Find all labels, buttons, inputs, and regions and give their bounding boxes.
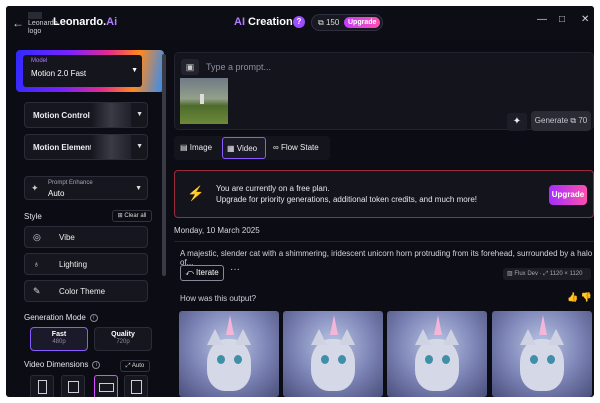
chevron-down-icon: ▼ — [135, 185, 142, 192]
model-label: Model — [31, 58, 48, 64]
style-color-theme-button[interactable]: ✎ Color Theme — [24, 280, 148, 302]
back-arrow-icon[interactable]: ← — [12, 16, 24, 30]
motion-elements-preview — [91, 135, 131, 159]
brush-icon: ✎ — [33, 286, 41, 296]
more-options-icon[interactable]: ··· — [230, 264, 240, 275]
maximize-icon[interactable]: □ — [559, 14, 565, 25]
dimension-tall-option[interactable] — [61, 375, 85, 397]
date-heading: Monday, 10 March 2025 — [174, 226, 594, 242]
sidebar-scrollbar[interactable] — [162, 54, 166, 276]
auto-dimensions-button[interactable]: ⤢ Auto — [120, 360, 150, 372]
style-heading: Style — [24, 212, 42, 221]
tab-video[interactable]: ▦ Video — [222, 137, 266, 159]
clear-all-button[interactable]: ⊞ Clear all — [112, 210, 152, 222]
minimize-icon[interactable]: — — [537, 14, 547, 25]
dimension-portrait-option[interactable] — [30, 375, 54, 397]
mode-quality-option[interactable]: Quality 720p — [94, 327, 152, 351]
palette-icon: ◎ — [33, 232, 41, 242]
style-vibe-button[interactable]: ◎ Vibe — [24, 226, 148, 248]
brand-name: Leonardo.Ai — [53, 16, 118, 28]
chevron-down-icon: ▼ — [131, 67, 138, 74]
model-selector[interactable]: Model Motion 2.0 Fast ▼ — [16, 50, 164, 92]
motion-control-preview — [91, 103, 131, 127]
generation-mode-heading: Generation Mode i — [24, 313, 98, 322]
header-upgrade-button[interactable]: Upgrade — [344, 17, 381, 28]
info-icon[interactable]: i — [89, 313, 98, 322]
token-count: ⧉ 150 — [318, 18, 340, 27]
mode-fast-option[interactable]: Fast 480p — [30, 327, 88, 351]
video-dimensions-heading: Video Dimensions i — [24, 360, 101, 369]
model-value: Motion 2.0 Fast — [31, 69, 87, 78]
free-plan-banner: ⚡ You are currently on a free plan. Upgr… — [174, 170, 594, 218]
image-upload-icon[interactable]: ▣ — [181, 59, 199, 75]
tab-flow-state[interactable]: ∞ Flow State — [269, 137, 329, 159]
sparkle-icon: ✦ — [31, 183, 39, 193]
dimension-landscape-option[interactable] — [94, 375, 118, 397]
generation-prompt-text: A majestic, slender cat with a shimmerin… — [180, 249, 593, 267]
generated-image-2[interactable] — [283, 311, 383, 397]
chevron-down-icon: ▼ — [136, 111, 143, 118]
tab-image[interactable]: ▤ Image — [176, 137, 220, 159]
magic-wand-icon[interactable]: ✦ — [507, 113, 527, 131]
tabs: ▤ Image ▦ Video ∞ Flow State — [174, 136, 330, 160]
banner-upgrade-button[interactable]: Upgrade — [549, 185, 587, 205]
dimension-wide-option[interactable] — [124, 375, 148, 397]
generate-button[interactable]: Generate ⧉ 70 — [531, 111, 591, 131]
generated-image-1[interactable] — [179, 311, 279, 397]
thumbs-up-down-icons[interactable]: 👍 👎 — [567, 292, 592, 303]
generation-meta: ▨ Flux Dev · ⤢ 1120 × 1120 — [503, 268, 591, 280]
style-lighting-button[interactable]: ♁ Lighting — [24, 253, 148, 275]
motion-elements-dropdown[interactable]: Motion Elements ▼ — [24, 134, 148, 160]
generated-image-3[interactable] — [387, 311, 487, 397]
prompt-box: ▣ Type a prompt... ✦ Generate ⧉ 70 — [174, 52, 594, 131]
generated-image-4[interactable] — [492, 311, 592, 397]
app-window: ← Leonardo logo Leonardo.Ai AI Creation … — [6, 6, 594, 397]
sidebar: Model Motion 2.0 Fast ▼ Motion Control ▼… — [16, 50, 164, 397]
feedback-question: How was this output? — [180, 294, 257, 303]
input-image-thumbnail[interactable] — [180, 78, 228, 124]
credits-pill[interactable]: ⧉ 150 Upgrade — [311, 14, 383, 31]
chevron-down-icon: ▼ — [136, 143, 143, 150]
leonardo-logo[interactable]: Leonardo logo — [28, 12, 58, 42]
info-icon[interactable]: i — [92, 360, 101, 369]
prompt-enhance-dropdown[interactable]: ✦ Prompt Enhance Auto ▼ — [24, 176, 148, 200]
motion-control-dropdown[interactable]: Motion Control ▼ — [24, 102, 148, 128]
header: ← Leonardo logo Leonardo.Ai AI Creation … — [6, 6, 594, 40]
help-icon[interactable]: ? — [293, 16, 305, 28]
lightning-icon: ⚡ — [187, 185, 205, 201]
logo-image-icon — [28, 12, 42, 19]
close-icon[interactable]: ✕ — [581, 14, 589, 25]
prompt-input[interactable]: Type a prompt... — [206, 62, 271, 72]
iterate-button[interactable]: ⤺ Iterate — [180, 265, 224, 281]
page-title: AI Creation — [234, 16, 293, 28]
lightbulb-icon: ♁ — [33, 259, 40, 269]
